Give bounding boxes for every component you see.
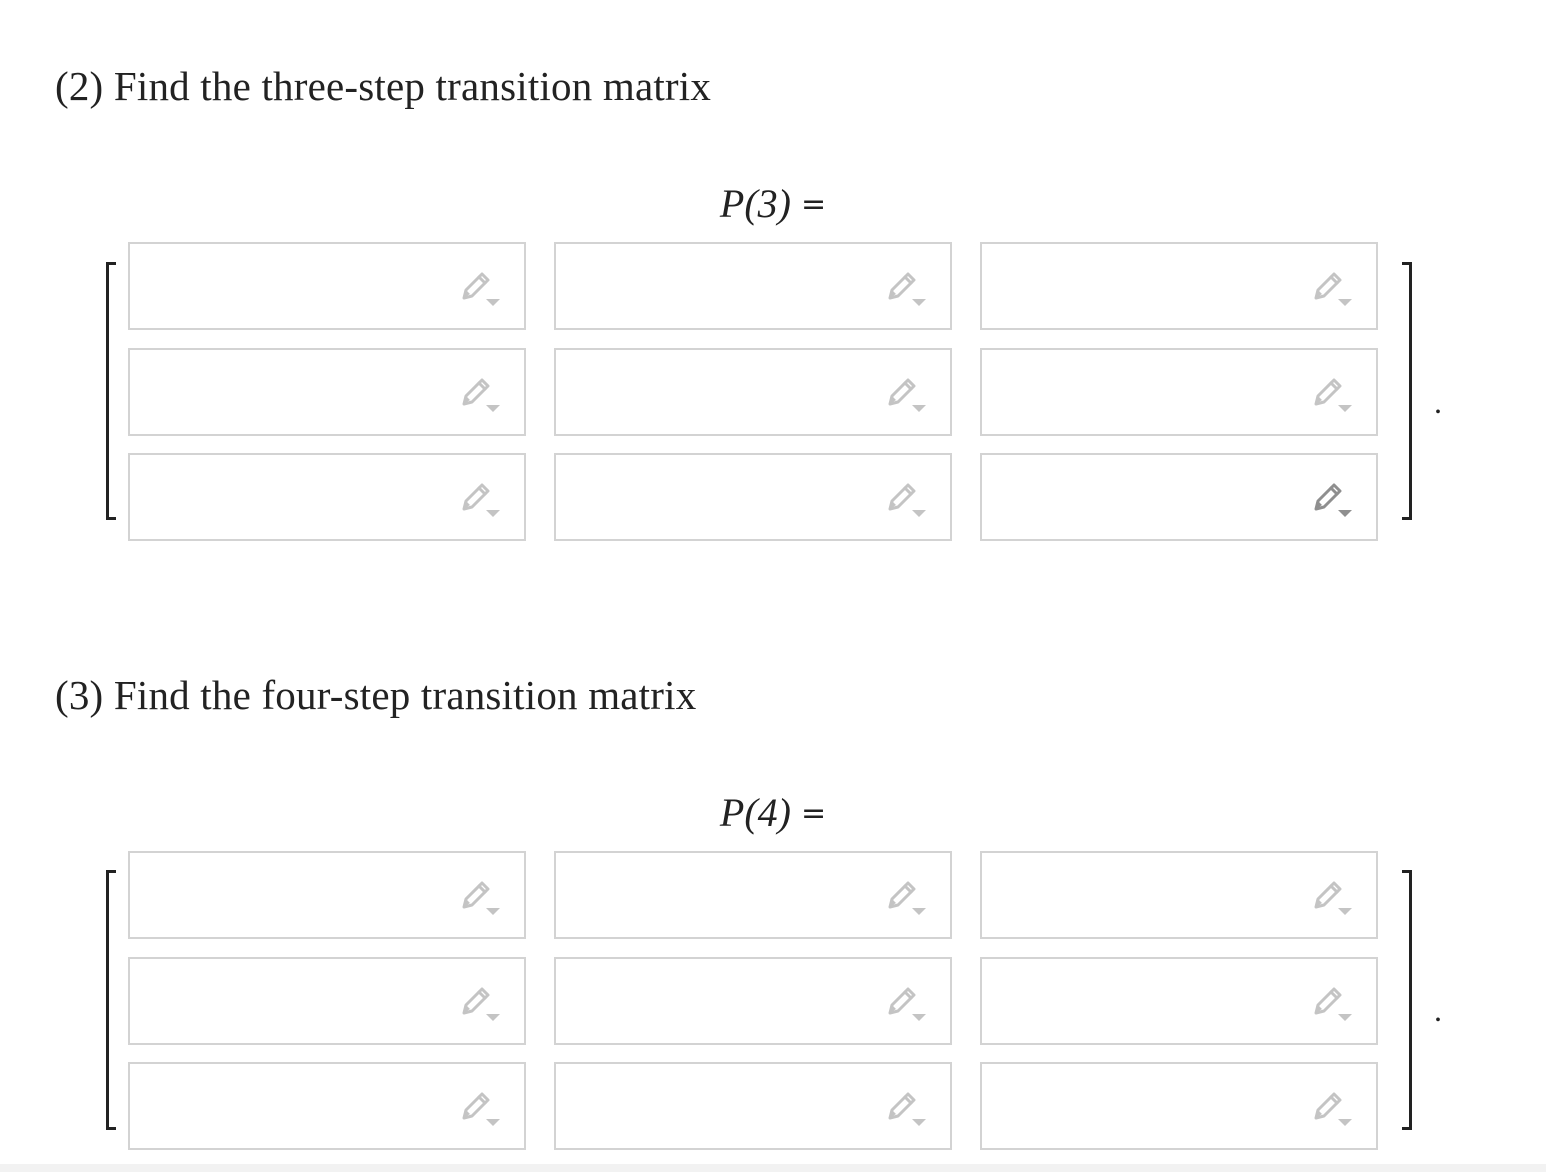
matrix-cell-input[interactable] (980, 851, 1378, 939)
matrix-cell-input[interactable] (554, 851, 952, 939)
matrix-cell-input[interactable] (128, 957, 526, 1045)
matrix-cell-input[interactable] (128, 851, 526, 939)
matrix-period: . (1434, 992, 1442, 1028)
pencil-dropdown-icon[interactable] (884, 879, 928, 917)
pencil-dropdown-icon[interactable] (458, 985, 502, 1023)
question-text: (3) Find the four-step transition matrix (55, 672, 697, 718)
pencil-dropdown-icon[interactable] (1310, 879, 1354, 917)
page-bottom-edge (0, 1164, 1546, 1172)
matrix-symbol: P(4) (719, 790, 791, 835)
matrix-cell-input[interactable] (554, 957, 952, 1045)
matrix-equation-label: P(4) = (0, 789, 1546, 841)
question-section-four-step: (3) Find the four-step transition matrix… (0, 0, 1546, 1172)
matrix-cell-input[interactable] (980, 957, 1378, 1045)
pencil-dropdown-icon[interactable] (458, 1090, 502, 1128)
left-bracket (106, 870, 116, 1130)
matrix-cell-input[interactable] (128, 1062, 526, 1150)
pencil-dropdown-icon[interactable] (1310, 985, 1354, 1023)
pencil-dropdown-icon[interactable] (884, 1090, 928, 1128)
pencil-dropdown-icon[interactable] (884, 985, 928, 1023)
matrix-cell-input[interactable] (980, 1062, 1378, 1150)
matrix-cell-input[interactable] (554, 1062, 952, 1150)
right-bracket (1402, 870, 1412, 1130)
equals-sign: = (800, 796, 827, 831)
pencil-dropdown-icon[interactable] (1310, 1090, 1354, 1128)
pencil-dropdown-icon[interactable] (458, 879, 502, 917)
